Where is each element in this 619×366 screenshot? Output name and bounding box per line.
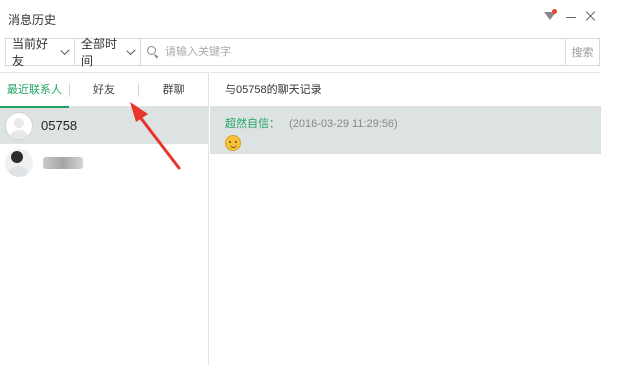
avatar [5, 148, 33, 177]
search-box [141, 39, 565, 65]
contacts-pane: 最近联系人 好友 群聊 05758 [0, 72, 209, 366]
chevron-down-icon [60, 45, 70, 55]
friend-filter-label: 当前好友 [12, 37, 49, 68]
window-title: 消息历史 [8, 13, 57, 27]
chevron-down-icon [126, 45, 136, 55]
filter-toolbar: 当前好友 全部时间 搜索 [5, 37, 600, 68]
message-sender: 超然自信： [225, 118, 280, 130]
minimize-icon[interactable] [564, 9, 578, 23]
search-input[interactable] [165, 46, 565, 58]
contact-name: 05758 [41, 118, 78, 133]
message-meta: 超然自信： (2016-03-29 11:29:56) [225, 115, 601, 131]
time-filter-dropdown[interactable]: 全部时间 [75, 37, 141, 68]
friend-filter-dropdown[interactable]: 当前好友 [6, 37, 75, 68]
chat-history-pane: 与05758的聊天记录 超然自信： (2016-03-29 11:29:56) [210, 72, 601, 366]
message-item[interactable]: 超然自信： (2016-03-29 11:29:56) [210, 107, 601, 154]
search-icon [147, 46, 159, 58]
tab-recent-contacts[interactable]: 最近联系人 [0, 73, 69, 108]
blurred-contact-name [43, 156, 83, 169]
message-history-window: 消息历史 当前好友 全部时间 搜索 最近联系人 好友 群聊 [0, 0, 604, 366]
search-button[interactable]: 搜索 [565, 39, 599, 65]
chat-history-title: 与05758的聊天记录 [210, 73, 601, 107]
contact-tabs: 最近联系人 好友 群聊 [0, 73, 208, 108]
contact-item-05758[interactable]: 05758 [0, 107, 208, 144]
tab-group-chats[interactable]: 群聊 [139, 73, 208, 107]
feedback-icon[interactable] [544, 9, 558, 23]
title-bar: 消息历史 [0, 0, 604, 36]
avatar [5, 111, 33, 140]
smiley-emoji-icon [225, 135, 241, 151]
window-controls [544, 9, 598, 23]
message-timestamp: (2016-03-29 11:29:56) [289, 118, 398, 130]
time-filter-label: 全部时间 [81, 37, 118, 68]
tab-friends[interactable]: 好友 [70, 73, 139, 107]
contact-item-blurred[interactable] [0, 144, 208, 181]
close-icon[interactable] [584, 9, 598, 23]
